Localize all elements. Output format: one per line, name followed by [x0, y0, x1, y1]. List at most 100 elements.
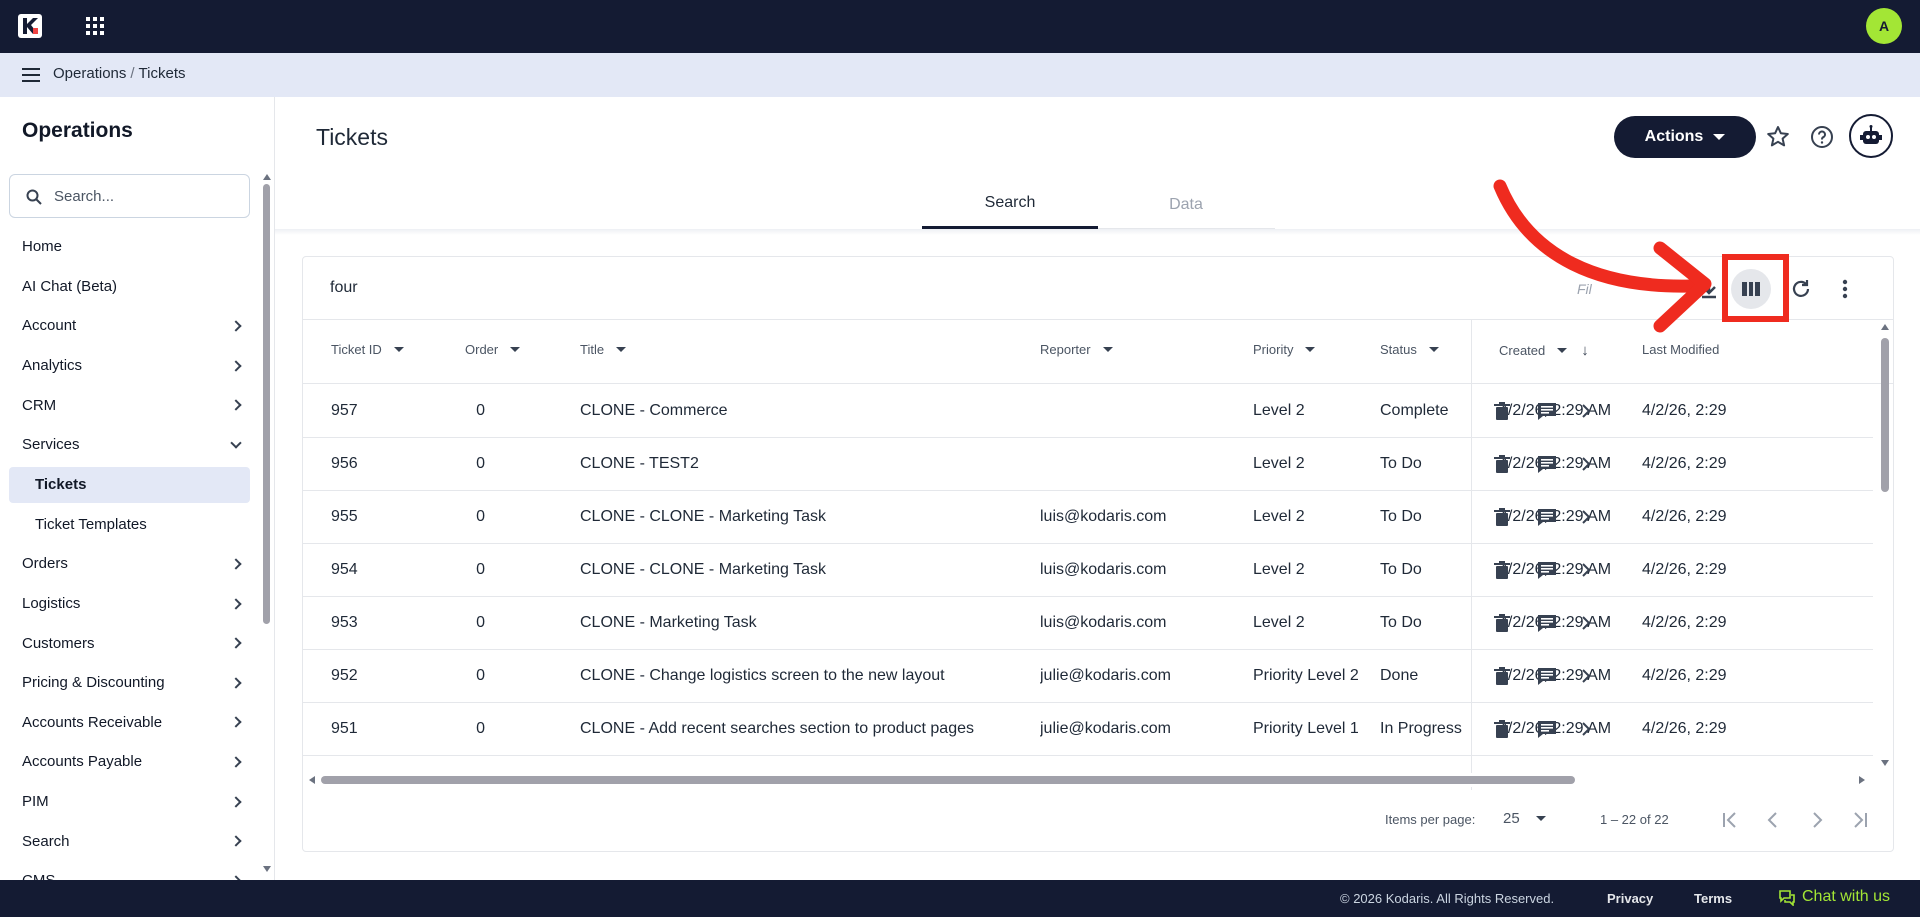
column-header-status[interactable]: Status — [1380, 342, 1439, 357]
comment-icon[interactable] — [1536, 506, 1558, 528]
delete-icon[interactable] — [1491, 718, 1513, 740]
sidebar-item-ai-chat[interactable]: AI Chat (Beta) — [0, 267, 262, 307]
sidebar-item-pim[interactable]: PIM — [0, 782, 262, 822]
next-page-icon[interactable] — [1803, 806, 1831, 834]
scrollbar-thumb[interactable] — [1881, 338, 1889, 492]
previous-page-icon[interactable] — [1759, 806, 1787, 834]
caret-down-icon — [1535, 816, 1546, 821]
user-avatar[interactable]: A — [1866, 8, 1902, 44]
sidebar-item-pricing[interactable]: Pricing & Discounting — [0, 663, 262, 703]
sidebar-item-logistics[interactable]: Logistics — [0, 584, 262, 624]
comment-icon[interactable] — [1536, 453, 1558, 475]
first-page-icon[interactable] — [1715, 806, 1743, 834]
sidebar-search-input[interactable] — [54, 185, 239, 207]
column-header-last-modified[interactable]: Last Modified — [1642, 342, 1719, 357]
sidebar-item-orders[interactable]: Orders — [0, 544, 262, 584]
sidebar-item-tickets[interactable]: Tickets — [9, 466, 250, 503]
actions-button[interactable]: Actions — [1614, 116, 1756, 158]
table-row[interactable]: 951 0 CLONE - Add recent searches section … — [303, 703, 1873, 756]
sidebar-item-analytics[interactable]: Analytics — [0, 346, 262, 386]
table-vertical-scrollbar[interactable] — [1879, 320, 1891, 770]
comment-icon[interactable] — [1536, 400, 1558, 422]
filter-input[interactable] — [330, 276, 630, 300]
column-header-reporter[interactable]: Reporter — [1040, 342, 1113, 357]
comment-icon[interactable] — [1536, 665, 1558, 687]
refresh-icon[interactable] — [1787, 275, 1815, 303]
sidebar-item-account[interactable]: Account — [0, 306, 262, 346]
star-icon[interactable] — [1765, 124, 1791, 150]
delete-icon[interactable] — [1491, 665, 1513, 687]
sidebar-item-accounts-payable[interactable]: Accounts Payable — [0, 742, 262, 782]
column-header-priority[interactable]: Priority — [1253, 342, 1316, 357]
comment-icon[interactable] — [1536, 612, 1558, 634]
table-row[interactable]: 956 0 CLONE - TEST2 Level 2 To Do 4/2/26, 2:2… — [303, 438, 1873, 491]
table-row[interactable]: 955 0 CLONE - CLONE - Marketing Task luis@k… — [303, 491, 1873, 544]
column-header-order[interactable]: Order — [465, 342, 521, 357]
sidebar-item-customers[interactable]: Customers — [0, 623, 262, 663]
table-row[interactable]: 957 0 CLONE - Commerce Level 2 Complete 4/2/2… — [303, 385, 1873, 438]
help-icon[interactable] — [1809, 124, 1835, 150]
comment-icon[interactable] — [1536, 559, 1558, 581]
chevron-right-icon[interactable] — [1575, 559, 1597, 581]
sidebar-item-ticket-templates[interactable]: Ticket Templates — [0, 505, 262, 545]
delete-icon[interactable] — [1491, 453, 1513, 475]
scroll-down-arrow-icon[interactable] — [1881, 760, 1889, 766]
sidebar-item-crm[interactable]: CRM — [0, 385, 262, 425]
column-header-ticket-id[interactable]: Ticket ID — [331, 342, 404, 357]
table-row[interactable]: 952 0 CLONE - Change logistics screen to t… — [303, 650, 1873, 703]
comment-icon[interactable] — [1536, 718, 1558, 740]
sort-menu-icon[interactable] — [1102, 347, 1113, 352]
ai-assistant-button[interactable] — [1849, 114, 1893, 158]
chevron-right-icon[interactable] — [1575, 612, 1597, 634]
sidebar-item-search[interactable]: Search — [0, 821, 262, 861]
last-page-icon[interactable] — [1847, 806, 1875, 834]
sidebar-item-home[interactable]: Home — [0, 227, 262, 267]
delete-icon[interactable] — [1491, 559, 1513, 581]
sort-menu-icon[interactable] — [616, 347, 627, 352]
sort-menu-icon[interactable] — [393, 347, 404, 352]
delete-icon[interactable] — [1491, 612, 1513, 634]
scroll-up-arrow-icon[interactable] — [1881, 324, 1889, 330]
scroll-right-arrow-icon[interactable] — [1859, 776, 1865, 784]
sort-menu-icon[interactable] — [1428, 347, 1439, 352]
table-horizontal-scrollbar[interactable] — [303, 773, 1873, 787]
kodaris-logo-icon[interactable] — [18, 14, 42, 38]
terms-link[interactable]: Terms — [1694, 891, 1732, 906]
scroll-left-arrow-icon[interactable] — [309, 776, 315, 784]
chevron-right-icon[interactable] — [1575, 665, 1597, 687]
sort-menu-icon[interactable] — [1557, 348, 1568, 353]
privacy-link[interactable]: Privacy — [1607, 891, 1653, 906]
sort-menu-icon[interactable] — [510, 347, 521, 352]
delete-icon[interactable] — [1491, 506, 1513, 528]
apps-grid-icon[interactable] — [86, 17, 104, 35]
sort-menu-icon[interactable] — [1305, 347, 1316, 352]
column-header-created[interactable]: Created ↓ — [1499, 342, 1589, 359]
sidebar-item-label: Home — [22, 238, 63, 256]
sidebar-item-label: Search — [22, 832, 70, 850]
tab-search[interactable]: Search — [922, 180, 1098, 229]
chevron-right-icon[interactable] — [1575, 453, 1597, 475]
hamburger-menu-icon[interactable] — [22, 67, 40, 83]
table-row[interactable]: 953 0 CLONE - Marketing Task luis@kodaris.c… — [303, 597, 1873, 650]
more-vert-icon[interactable] — [1831, 275, 1859, 303]
sidebar-item-services[interactable]: Services — [0, 425, 262, 465]
column-header-title[interactable]: Title — [580, 342, 627, 357]
scrollbar-thumb[interactable] — [263, 184, 270, 624]
page-range-label: 1 – 22 of 22 — [1600, 812, 1669, 827]
sidebar-item-accounts-receivable[interactable]: Accounts Receivable — [0, 703, 262, 743]
chevron-right-icon[interactable] — [1575, 718, 1597, 740]
table-row[interactable]: 954 0 CLONE - CLONE - Marketing Task luis@k… — [303, 544, 1873, 597]
scroll-down-arrow-icon[interactable] — [263, 866, 271, 872]
chevron-right-icon[interactable] — [1575, 506, 1597, 528]
delete-icon[interactable] — [1491, 400, 1513, 422]
items-per-page-select[interactable]: 25 — [1503, 810, 1546, 827]
breadcrumb-operations[interactable]: Operations — [53, 65, 126, 82]
sidebar-scrollbar[interactable] — [262, 174, 272, 874]
chevron-right-icon[interactable] — [1575, 400, 1597, 422]
chevron-right-icon — [230, 320, 242, 332]
sidebar-nav: Home AI Chat (Beta) Account Analytics CR… — [0, 227, 262, 901]
tab-data[interactable]: Data — [1098, 180, 1274, 229]
scrollbar-thumb[interactable] — [321, 776, 1575, 784]
chat-with-us-button[interactable]: Chat with us — [1778, 888, 1890, 906]
scroll-up-arrow-icon[interactable] — [263, 174, 271, 180]
